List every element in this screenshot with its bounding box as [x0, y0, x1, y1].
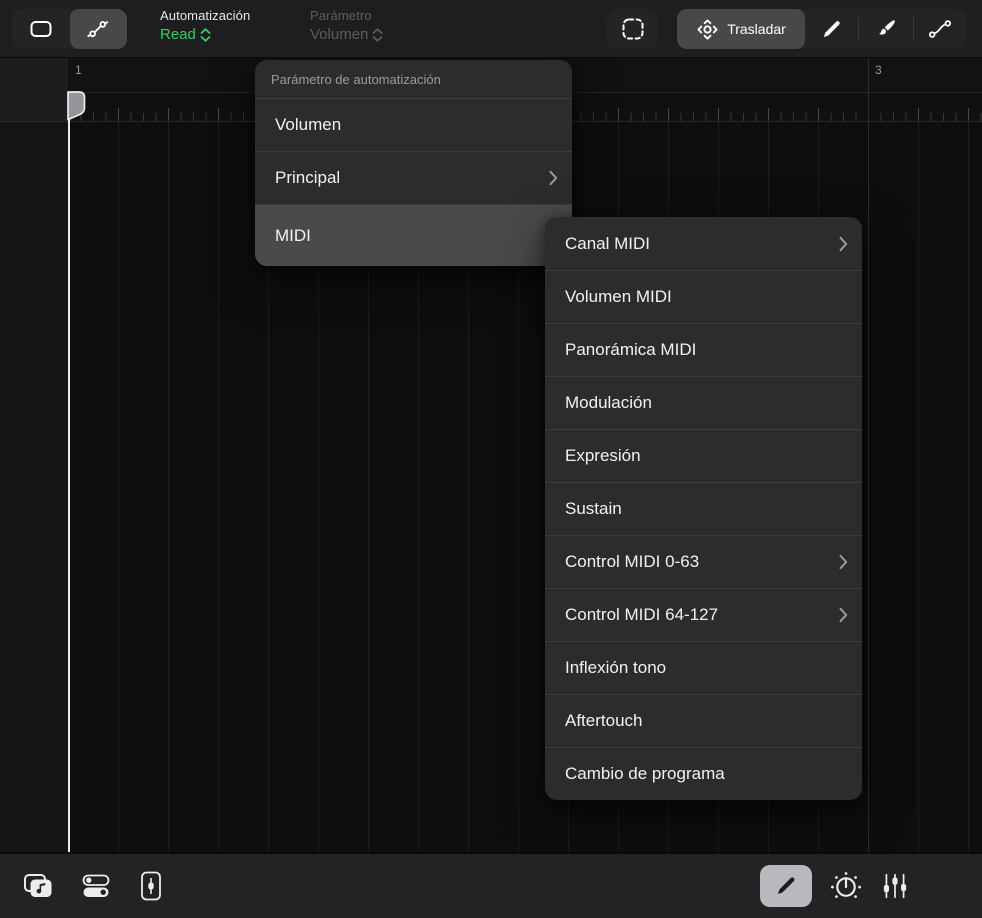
- automation-curve-icon: [86, 19, 110, 39]
- midi-submenu: Canal MIDI Volumen MIDI Panorámica MIDI …: [545, 217, 862, 800]
- track-gutter: [0, 122, 68, 852]
- tracks-browser-button[interactable]: [22, 872, 54, 900]
- automation-mode-control[interactable]: Automatización Read: [160, 8, 250, 43]
- brush-tool-button[interactable]: [859, 9, 912, 49]
- edit-tools: Trasladar: [677, 9, 967, 49]
- regions-view-button[interactable]: [12, 9, 70, 49]
- parameter-control[interactable]: Parámetro Volumen: [310, 8, 383, 43]
- submenu-item-aftertouch[interactable]: Aftertouch: [545, 694, 862, 747]
- submenu-item-cambio-de-programa[interactable]: Cambio de programa: [545, 747, 862, 800]
- chevron-up-down-icon: [372, 28, 383, 42]
- mixer-button[interactable]: [880, 872, 910, 900]
- move-tool-label: Trasladar: [727, 21, 786, 37]
- knob-dial-icon: [829, 869, 863, 903]
- submenu-item-volumen-midi[interactable]: Volumen MIDI: [545, 270, 862, 323]
- parameter-value: Volumen: [310, 26, 383, 43]
- curve-icon: [928, 19, 952, 39]
- mixer-sliders-icon: [880, 872, 910, 900]
- regions-icon: [29, 19, 53, 39]
- playhead-line: [68, 92, 70, 852]
- menu-title: Parámetro de automatización: [255, 60, 572, 98]
- automation-view-button[interactable]: [70, 9, 128, 49]
- marquee-selection-icon: [620, 16, 646, 42]
- pencil-icon: [821, 19, 842, 40]
- playhead-handle[interactable]: [67, 91, 86, 122]
- curve-tool-button[interactable]: [914, 9, 967, 49]
- pencil-tool-button[interactable]: [805, 9, 858, 49]
- quantize-dial-button[interactable]: [829, 869, 863, 903]
- submenu-item-sustain[interactable]: Sustain: [545, 482, 862, 535]
- draw-mode-button[interactable]: [760, 865, 812, 907]
- marquee-select-button[interactable]: [607, 9, 658, 49]
- chevron-right-icon: [839, 236, 848, 252]
- chevron-right-icon: [839, 554, 848, 570]
- automation-parameter-menu: Parámetro de automatización Volumen Prin…: [255, 60, 572, 266]
- brush-icon: [875, 18, 897, 40]
- controls-toggles-icon: [80, 872, 112, 900]
- chevron-up-down-icon: [200, 28, 211, 42]
- automation-mode-value: Read: [160, 26, 250, 43]
- submenu-item-inflexion-tono[interactable]: Inflexión tono: [545, 641, 862, 694]
- fader-panel-button[interactable]: [138, 870, 164, 902]
- tracks-browser-icon: [22, 872, 54, 900]
- fader-icon: [138, 870, 164, 902]
- bottom-toolbar: [0, 852, 982, 918]
- move-icon: [696, 18, 719, 41]
- chevron-right-icon: [549, 170, 558, 186]
- menu-item-volumen[interactable]: Volumen: [255, 98, 572, 151]
- parameter-label: Parámetro: [310, 8, 383, 23]
- controls-button[interactable]: [80, 872, 112, 900]
- menu-item-midi[interactable]: MIDI: [255, 204, 572, 266]
- automation-mode-label: Automatización: [160, 8, 250, 23]
- automation-timeline: 1 3 Parámetro de automatización Volumen …: [0, 58, 982, 852]
- track-gutter-header: [0, 58, 68, 122]
- move-tool-button[interactable]: Trasladar: [677, 9, 805, 49]
- chevron-right-icon: [839, 607, 848, 623]
- menu-item-principal[interactable]: Principal: [255, 151, 572, 204]
- submenu-item-control-midi-64-127[interactable]: Control MIDI 64-127: [545, 588, 862, 641]
- view-switcher: [12, 9, 127, 49]
- submenu-item-panoramica-midi[interactable]: Panorámica MIDI: [545, 323, 862, 376]
- automation-editor: Automatización Read Parámetro Volumen: [0, 0, 982, 918]
- bar-3-gridline: [868, 58, 869, 852]
- submenu-item-canal-midi[interactable]: Canal MIDI: [545, 217, 862, 270]
- submenu-item-control-midi-0-63[interactable]: Control MIDI 0-63: [545, 535, 862, 588]
- submenu-item-modulacion[interactable]: Modulación: [545, 376, 862, 429]
- ruler-bar-1: 1: [75, 63, 82, 77]
- submenu-item-expresion[interactable]: Expresión: [545, 429, 862, 482]
- top-toolbar: Automatización Read Parámetro Volumen: [0, 0, 982, 58]
- ruler-bar-3: 3: [875, 63, 882, 77]
- pencil-icon: [775, 875, 797, 897]
